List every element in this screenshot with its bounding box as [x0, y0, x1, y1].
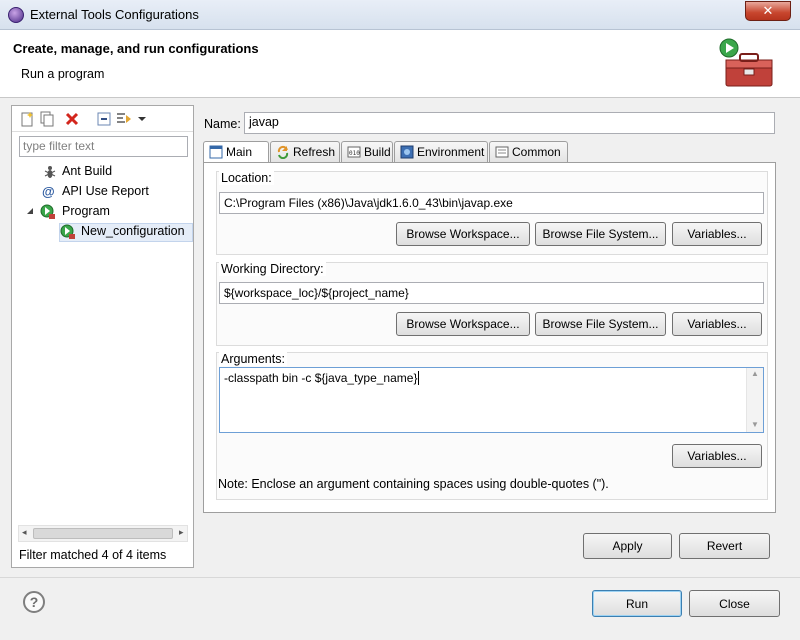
help-icon[interactable]: ?: [23, 591, 45, 613]
tab-environment[interactable]: Environment: [394, 141, 488, 163]
scroll-down-arrow-icon[interactable]: ▼: [751, 420, 759, 429]
window-title: External Tools Configurations: [30, 7, 199, 22]
new-configuration-icon[interactable]: [19, 111, 35, 127]
refresh-tab-icon: [277, 145, 289, 159]
arguments-variables-button[interactable]: Variables...: [672, 444, 762, 468]
tab-label: Environment: [417, 145, 485, 159]
tree-toolbar: [12, 106, 193, 132]
tab-refresh[interactable]: Refresh: [270, 141, 340, 163]
location-browse-workspace-button[interactable]: Browse Workspace...: [396, 222, 530, 246]
filter-input[interactable]: type filter text: [19, 136, 188, 157]
working-directory-group: Working Directory: ${workspace_loc}/${pr…: [216, 262, 768, 346]
tab-label: Main: [226, 145, 253, 159]
main-tab-content: Location: C:\Program Files (x86)\Java\jd…: [203, 162, 776, 513]
working-directory-title: Working Directory:: [219, 262, 326, 276]
location-title: Location:: [219, 171, 274, 185]
window-close-button[interactable]: ✕: [745, 1, 791, 21]
main-tab-icon: [209, 145, 223, 159]
chevron-down-icon[interactable]: [134, 111, 150, 127]
duplicate-icon[interactable]: [39, 111, 55, 127]
close-button[interactable]: Close: [689, 590, 780, 617]
api-report-icon: @: [42, 184, 55, 199]
arguments-text: -classpath bin -c ${java_type_name}: [224, 371, 418, 385]
apply-button[interactable]: Apply: [583, 533, 672, 559]
location-group: Location: C:\Program Files (x86)\Java\jd…: [216, 171, 768, 255]
footer-separator: [0, 577, 800, 578]
banner-title: Create, manage, and run configurations: [13, 41, 259, 56]
revert-button[interactable]: Revert: [679, 533, 770, 559]
dialog-banner: Create, manage, and run configurations R…: [0, 30, 800, 98]
filter-status: Filter matched 4 of 4 items: [19, 548, 167, 562]
location-field[interactable]: C:\Program Files (x86)\Java\jdk1.6.0_43\…: [219, 192, 764, 214]
tab-build[interactable]: 010 Build: [341, 141, 393, 163]
arguments-note: Note: Enclose an argument containing spa…: [218, 477, 609, 491]
tree-item-label: Program: [62, 204, 110, 218]
delete-icon[interactable]: [64, 111, 80, 127]
tab-label: Build: [364, 145, 391, 159]
expanded-arrow-icon[interactable]: [26, 207, 34, 215]
svg-text:010: 010: [349, 150, 360, 157]
tree-item-label: Ant Build: [62, 164, 113, 178]
workdir-browse-workspace-button[interactable]: Browse Workspace...: [396, 312, 530, 336]
horizontal-scrollbar[interactable]: ◂ ▸: [18, 525, 188, 542]
program-icon: [40, 204, 55, 219]
tab-label: Refresh: [293, 145, 336, 159]
environment-tab-icon: [400, 145, 414, 159]
text-cursor: [418, 371, 420, 385]
configuration-tree-panel: type filter text Ant Build @ API Use Rep…: [11, 105, 194, 568]
banner-subtitle: Run a program: [21, 67, 105, 81]
filter-icon[interactable]: [116, 111, 132, 127]
ant-icon: [44, 166, 56, 178]
working-directory-field[interactable]: ${workspace_loc}/${project_name}: [219, 282, 764, 304]
workdir-browse-file-system-button[interactable]: Browse File System...: [535, 312, 666, 336]
scroll-right-arrow-icon[interactable]: ▸: [179, 527, 184, 538]
tab-main[interactable]: Main: [203, 141, 269, 164]
eclipse-icon: [8, 7, 24, 23]
scroll-up-arrow-icon[interactable]: ▲: [751, 369, 759, 378]
run-button[interactable]: Run: [592, 590, 682, 617]
arguments-title: Arguments:: [219, 352, 287, 366]
scrollbar-thumb[interactable]: [33, 528, 173, 539]
program-config-icon: [60, 224, 75, 239]
window-title-bar: External Tools Configurations ✕: [0, 0, 800, 30]
tab-common[interactable]: Common: [489, 141, 568, 163]
location-variables-button[interactable]: Variables...: [672, 222, 762, 246]
workdir-variables-button[interactable]: Variables...: [672, 312, 762, 336]
name-input[interactable]: javap: [244, 112, 775, 134]
external-tools-toolbox-icon: [719, 38, 773, 87]
name-label: Name:: [204, 117, 241, 131]
scroll-left-arrow-icon[interactable]: ◂: [22, 527, 27, 538]
build-tab-icon: 010: [347, 146, 361, 158]
tree-item-label: API Use Report: [62, 184, 149, 198]
arguments-vertical-scrollbar[interactable]: ▲ ▼: [746, 368, 763, 432]
collapse-all-icon[interactable]: [96, 111, 112, 127]
tree-item-label: New_configuration: [81, 224, 185, 238]
common-tab-icon: [495, 146, 509, 158]
tab-label: Common: [512, 145, 561, 159]
location-browse-file-system-button[interactable]: Browse File System...: [535, 222, 666, 246]
arguments-textarea[interactable]: -classpath bin -c ${java_type_name} ▲ ▼: [219, 367, 764, 433]
